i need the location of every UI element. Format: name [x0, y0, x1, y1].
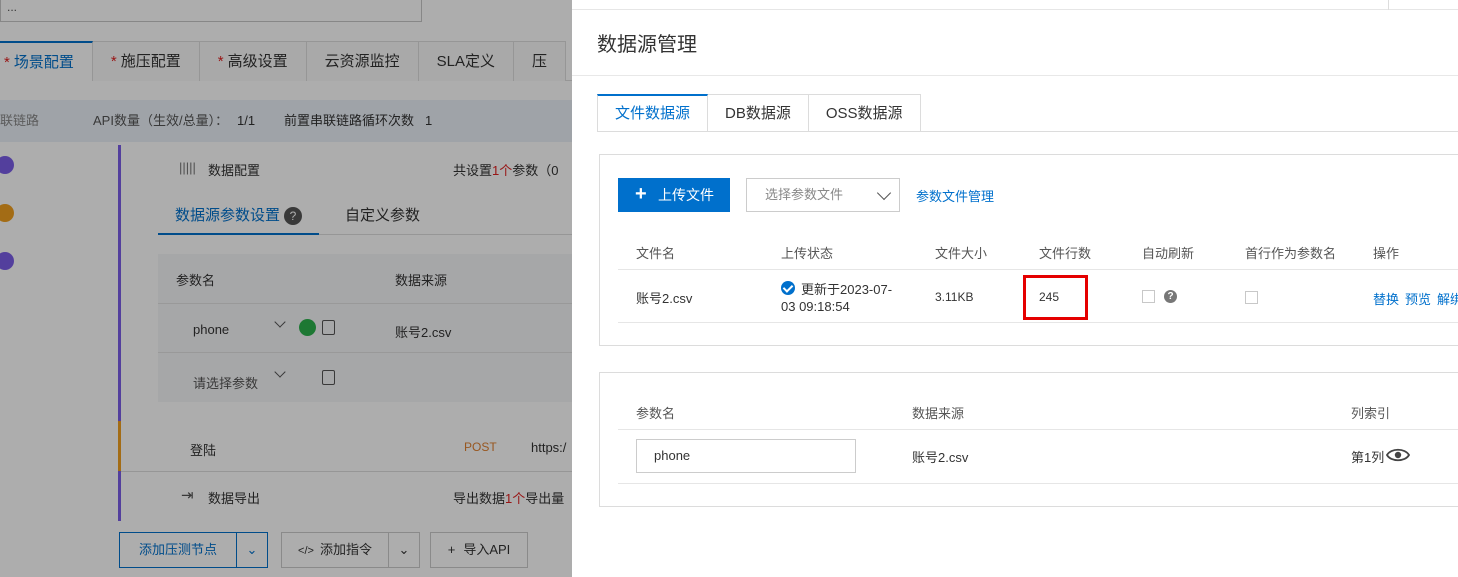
file-name: 账号2.csv [636, 291, 693, 306]
preview-link[interactable]: 预览 [1405, 289, 1431, 308]
col-actions: 操作 [1373, 246, 1400, 261]
modal-overlay[interactable] [0, 0, 572, 577]
divider [572, 75, 1458, 76]
drawer-topline [572, 0, 1458, 10]
upload-status-line1: 更新于2023-07- [801, 282, 893, 297]
col-upload-status: 上传状态 [781, 246, 834, 261]
select-placeholder: 选择参数文件 [765, 187, 844, 202]
param-file-select[interactable]: 选择参数文件 [746, 178, 900, 212]
chevron-down-icon [876, 185, 892, 201]
col-auto-refresh: 自动刷新 [1142, 246, 1195, 261]
col-file-name: 文件名 [636, 246, 676, 261]
tabs-baseline [597, 131, 1458, 132]
divider [618, 322, 1458, 323]
button-label: 上传文件 [658, 187, 714, 203]
eye-icon[interactable] [1386, 447, 1410, 463]
col-column-index: 列索引 [1351, 406, 1391, 421]
divider [618, 269, 1458, 270]
param-file-manage-link[interactable]: 参数文件管理 [916, 186, 994, 205]
divider [618, 429, 1458, 430]
col-file-size: 文件大小 [935, 246, 988, 261]
upload-file-button[interactable]: + 上传文件 [618, 178, 730, 212]
param-data-source: 账号2.csv [912, 450, 969, 465]
data-source-drawer: 数据源管理 文件数据源 DB数据源 OSS数据源 + 上传文件 选择参数文件 参… [572, 0, 1458, 577]
help-icon[interactable]: ? [1164, 290, 1177, 303]
unbind-link[interactable]: 解绑 [1437, 289, 1458, 308]
upload-status-line2: 03 09:18:54 [781, 299, 850, 314]
auto-refresh-checkbox[interactable] [1142, 290, 1155, 303]
col-file-rows: 文件行数 [1039, 246, 1092, 261]
drawer-title: 数据源管理 [597, 34, 697, 56]
plus-icon: + [635, 183, 647, 205]
first-row-header-checkbox[interactable] [1245, 291, 1258, 304]
divider [618, 483, 1458, 484]
tab-oss-source[interactable]: OSS数据源 [808, 94, 921, 132]
tab-file-source[interactable]: 文件数据源 [597, 94, 709, 132]
divider [1388, 0, 1389, 10]
col-param-name: 参数名 [636, 406, 676, 421]
replace-link[interactable]: 替换 [1373, 289, 1399, 308]
data-source-tabs: 文件数据源 DB数据源 OSS数据源 [597, 94, 921, 132]
col-first-row-header: 首行作为参数名 [1245, 246, 1337, 261]
param-name-input[interactable]: phone [636, 439, 856, 473]
tab-db-source[interactable]: DB数据源 [708, 94, 809, 132]
check-circle-icon [781, 281, 795, 295]
file-size: 3.11KB [935, 290, 974, 304]
col-data-source: 数据来源 [912, 406, 965, 421]
param-column-index: 第1列 [1351, 450, 1385, 465]
highlight-box [1023, 275, 1088, 320]
